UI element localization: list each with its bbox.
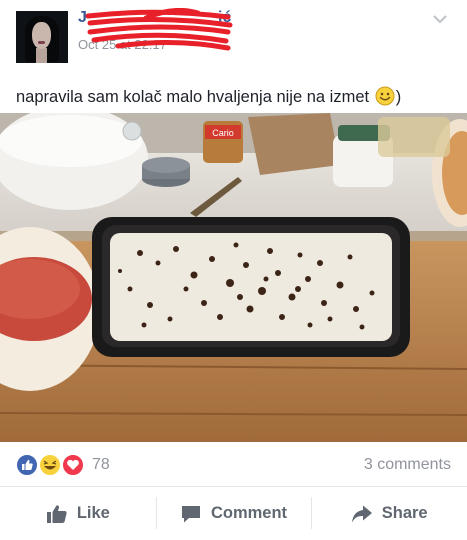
like-label: Like <box>76 504 110 522</box>
post-header: J ić Oct 25 at 22:17 <box>0 0 467 74</box>
author-block: J ić Oct 25 at 22:17 <box>78 8 238 52</box>
like-button[interactable]: Like <box>0 487 156 540</box>
redaction-scribble <box>85 8 233 51</box>
share-label: Share <box>381 504 428 522</box>
smiley-icon <box>375 86 395 106</box>
reactions-row: 78 3 comments <box>0 448 467 482</box>
share-button[interactable]: Share <box>311 487 467 540</box>
post-photo[interactable]: Cario <box>0 113 467 442</box>
comments-count[interactable]: 3 comments <box>364 456 451 474</box>
share-icon <box>351 505 372 522</box>
comment-icon <box>181 505 200 522</box>
comment-label: Comment <box>210 504 288 522</box>
chevron-down-icon[interactable] <box>432 13 448 25</box>
comment-button[interactable]: Comment <box>155 487 312 540</box>
jar-label: Cario <box>212 128 234 138</box>
reaction-icons[interactable] <box>15 453 87 477</box>
like-icon <box>46 504 67 523</box>
post-text: napravila sam kolač malo hvaljenja nije … <box>16 86 401 107</box>
post-message-suffix: ) <box>395 88 402 106</box>
action-bar: Like Comment Share <box>0 487 467 540</box>
facebook-post: J ić Oct 25 at 22:17 napravila sam kolač… <box>0 0 467 540</box>
reaction-count[interactable]: 78 <box>92 456 110 474</box>
post-message: napravila sam kolač malo hvaljenja nije … <box>16 88 370 106</box>
avatar[interactable] <box>16 11 68 63</box>
